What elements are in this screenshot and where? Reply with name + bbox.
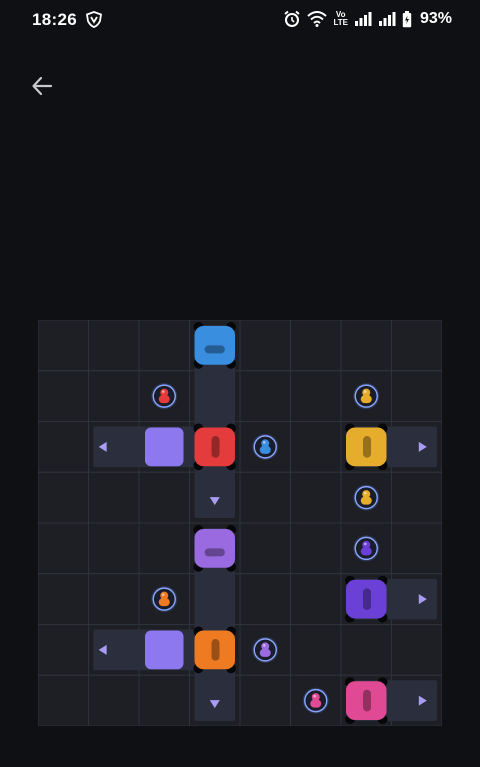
board-cell[interactable] bbox=[38, 421, 89, 473]
board-cell[interactable] bbox=[239, 674, 291, 726]
board-cell[interactable] bbox=[239, 320, 291, 372]
obstacle-block bbox=[145, 427, 184, 467]
obstacle-block bbox=[145, 630, 184, 670]
board-cell[interactable] bbox=[391, 370, 443, 422]
status-bar: 18:26 Vo LTE 93% bbox=[0, 0, 480, 40]
pink-passenger[interactable] bbox=[302, 687, 329, 714]
blue-car[interactable] bbox=[193, 322, 237, 369]
arrow-left-icon bbox=[32, 76, 53, 96]
orange-passenger[interactable] bbox=[151, 586, 178, 613]
board-cell[interactable] bbox=[88, 674, 140, 726]
board-cell[interactable] bbox=[88, 471, 140, 524]
board-cell[interactable] bbox=[391, 522, 443, 575]
board-cell[interactable] bbox=[391, 471, 443, 524]
wifi-icon bbox=[307, 11, 328, 27]
status-time: 18:26 bbox=[32, 10, 77, 29]
board-cell[interactable] bbox=[138, 522, 190, 575]
back-button[interactable] bbox=[26, 70, 58, 102]
board-cell[interactable] bbox=[290, 522, 342, 575]
board-cell[interactable] bbox=[391, 320, 443, 372]
battery-icon bbox=[402, 10, 412, 27]
board-cell[interactable] bbox=[38, 624, 89, 676]
violet-passenger[interactable] bbox=[353, 535, 380, 562]
board-cell[interactable] bbox=[239, 471, 291, 524]
board-cell[interactable] bbox=[290, 370, 342, 422]
board-cell[interactable] bbox=[138, 674, 190, 726]
red-passenger[interactable] bbox=[151, 383, 178, 410]
purple-passenger[interactable] bbox=[252, 636, 279, 663]
board-cell[interactable] bbox=[38, 573, 89, 625]
red-car[interactable] bbox=[193, 423, 237, 471]
board-cell[interactable] bbox=[391, 624, 443, 676]
signal-icon bbox=[354, 12, 372, 26]
board-cell[interactable] bbox=[290, 421, 342, 473]
board-cell[interactable] bbox=[239, 573, 291, 625]
blue-passenger[interactable] bbox=[252, 433, 279, 460]
volte-line-2: LTE bbox=[333, 18, 348, 27]
board-cell[interactable] bbox=[239, 522, 291, 575]
board-cell[interactable] bbox=[239, 370, 291, 422]
board-cell[interactable] bbox=[38, 674, 89, 726]
board-cell[interactable] bbox=[340, 320, 392, 372]
yellow-passenger[interactable] bbox=[353, 383, 380, 410]
board-cell[interactable] bbox=[88, 370, 140, 422]
board-cell[interactable] bbox=[340, 624, 392, 676]
volte-icon: Vo LTE bbox=[333, 11, 348, 27]
board-cell[interactable] bbox=[138, 471, 190, 524]
yellow-car[interactable] bbox=[345, 423, 388, 471]
alarm-icon bbox=[284, 10, 301, 27]
violet-car[interactable] bbox=[345, 575, 388, 623]
board-cell[interactable] bbox=[88, 522, 140, 575]
board-cell[interactable] bbox=[290, 573, 342, 625]
vpn-shield-icon bbox=[86, 11, 102, 28]
board-cell[interactable] bbox=[290, 471, 342, 524]
board-cell[interactable] bbox=[38, 320, 89, 372]
board-cell[interactable] bbox=[38, 471, 89, 524]
orange-car[interactable] bbox=[193, 626, 237, 674]
board-cell[interactable] bbox=[290, 624, 342, 676]
board-cell[interactable] bbox=[38, 522, 89, 575]
status-icons: Vo LTE 93% bbox=[283, 10, 452, 28]
board-cell[interactable] bbox=[88, 573, 140, 625]
pink-car[interactable] bbox=[345, 677, 388, 724]
board-cell[interactable] bbox=[38, 370, 89, 422]
board-canvas bbox=[38, 320, 442, 726]
board-cell[interactable] bbox=[290, 320, 342, 372]
board-cell[interactable] bbox=[138, 320, 190, 372]
battery-percentage: 93% bbox=[419, 10, 452, 27]
signal-icon bbox=[378, 12, 396, 26]
game-board bbox=[38, 320, 442, 726]
purple-car[interactable] bbox=[193, 525, 237, 572]
board-cell[interactable] bbox=[88, 320, 140, 372]
yellow-passenger[interactable] bbox=[353, 484, 380, 511]
